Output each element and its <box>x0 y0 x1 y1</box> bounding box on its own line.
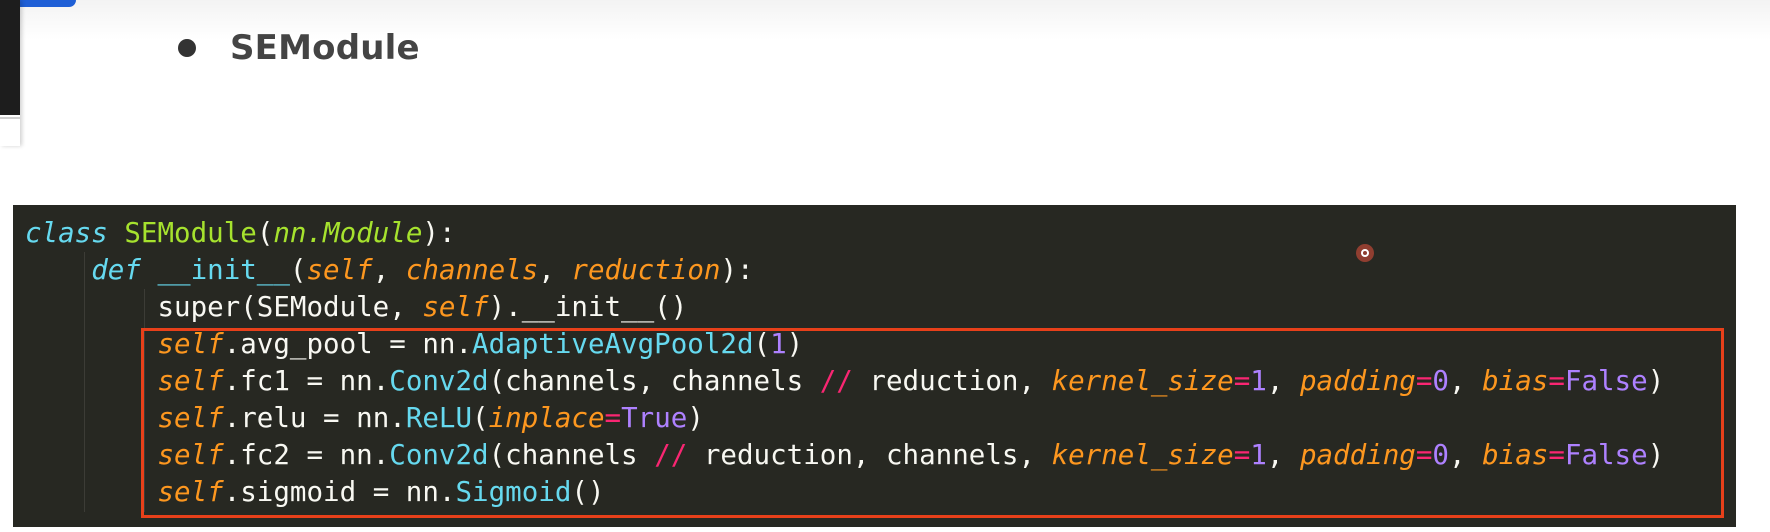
code-base-class: nn.Module <box>273 217 423 249</box>
slide-title: SEModule <box>230 28 420 68</box>
bullet-icon <box>178 39 196 57</box>
pointer-cursor-icon <box>1356 244 1374 262</box>
code-class-name: SEModule <box>124 217 257 249</box>
code-param: channels <box>405 254 539 286</box>
highlight-annotation-box <box>141 328 1724 518</box>
code-param: self <box>306 254 373 286</box>
slide-heading: SEModule <box>178 28 420 68</box>
side-panel-divider <box>0 117 20 119</box>
code-line-class-def: class SEModule(nn.Module): <box>25 217 456 249</box>
pointer-cursor-center <box>1361 249 1369 257</box>
side-panel <box>0 0 20 146</box>
code-method-name: __init__ <box>157 254 290 286</box>
code-line-init-def: def __init__(self, channels, reduction): <box>91 254 754 286</box>
side-panel-dark-area <box>0 0 20 115</box>
code-keyword: class <box>25 217 108 249</box>
code-keyword: def <box>91 254 141 286</box>
code-line-super-call: super(SEModule, self).__init__() <box>157 291 688 323</box>
code-param: reduction <box>571 254 721 286</box>
